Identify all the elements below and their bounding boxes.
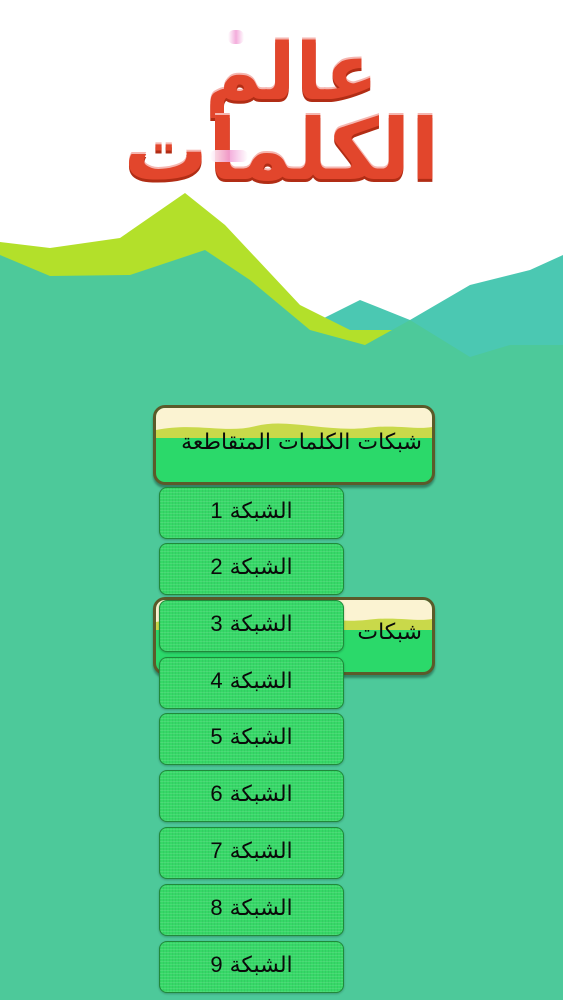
grid-button-number: 6 <box>210 781 223 806</box>
grid-button-1[interactable]: الشبكة 1 <box>159 487 344 539</box>
category-label: شبكات <box>357 620 422 645</box>
category-label: شبكات الكلمات المتقاطعة <box>181 430 422 455</box>
grid-button-prefix: الشبكة <box>229 896 293 921</box>
grid-button-number: 7 <box>210 838 223 863</box>
grid-button-7[interactable]: الشبكة 7 <box>159 827 344 879</box>
grid-button-6[interactable]: الشبكة 6 <box>159 770 344 822</box>
grid-button-3[interactable]: الشبكة 3 <box>159 600 344 652</box>
grid-button-label: الشبكة 7 <box>160 838 343 864</box>
grid-button-label: الشبكة 5 <box>160 724 343 750</box>
grid-button-label: الشبكة 2 <box>160 554 343 580</box>
grid-button-number: 8 <box>210 895 223 920</box>
logo-decoration <box>210 150 248 162</box>
grid-button-label: الشبكة 4 <box>160 668 343 694</box>
grid-button-8[interactable]: الشبكة 8 <box>159 884 344 936</box>
grid-button-label: الشبكة 6 <box>160 781 343 807</box>
grid-button-prefix: الشبكة <box>229 725 293 750</box>
grid-button-prefix: الشبكة <box>229 499 293 524</box>
grid-button-number: 3 <box>210 611 223 636</box>
logo-title-line-2: الكلمات <box>123 101 440 199</box>
grid-button-label: الشبكة 8 <box>160 895 343 921</box>
grid-button-number: 9 <box>210 952 223 977</box>
grid-button-number: 2 <box>210 554 223 579</box>
grid-button-number: 4 <box>210 668 223 693</box>
grid-button-prefix: الشبكة <box>229 953 293 978</box>
grid-button-prefix: الشبكة <box>229 839 293 864</box>
grid-button-label: الشبكة 1 <box>160 498 343 524</box>
logo-decoration <box>228 30 244 44</box>
grid-button-label: الشبكة 9 <box>160 952 343 978</box>
grid-button-prefix: الشبكة <box>229 555 293 580</box>
grid-button-label: الشبكة 3 <box>160 611 343 637</box>
grid-button-2[interactable]: الشبكة 2 <box>159 543 344 595</box>
grid-button-5[interactable]: الشبكة 5 <box>159 713 344 765</box>
grid-button-number: 1 <box>210 498 223 523</box>
grid-button-number: 5 <box>210 724 223 749</box>
category-card-crossword[interactable]: شبكات الكلمات المتقاطعة <box>153 405 435 485</box>
grid-button-prefix: الشبكة <box>229 612 293 637</box>
grid-button-prefix: الشبكة <box>229 669 293 694</box>
grid-button-prefix: الشبكة <box>229 782 293 807</box>
grid-button-4[interactable]: الشبكة 4 <box>159 657 344 709</box>
grid-button-9[interactable]: الشبكة 9 <box>159 941 344 993</box>
